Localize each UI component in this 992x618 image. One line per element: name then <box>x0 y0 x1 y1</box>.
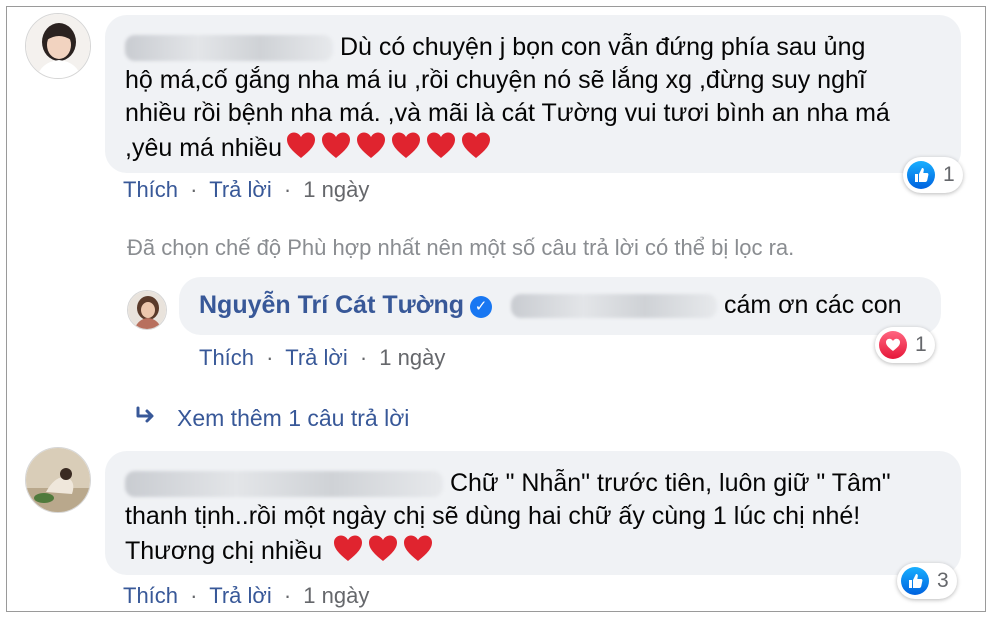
reaction-count-badge[interactable]: 1 <box>903 157 963 193</box>
love-reaction-icon <box>879 331 907 359</box>
comment-bubble: Chữ " Nhẫn" trước tiên, luôn giữ " Tâm" … <box>105 451 961 575</box>
reply-link[interactable]: Trả lời <box>209 583 272 608</box>
page-owner-avatar[interactable] <box>127 290 167 330</box>
reply-text: cám ơn các con <box>723 291 902 319</box>
heart-emoji-icon <box>369 535 398 561</box>
comment-text-line: thanh tịnh..rồi một ngày chị sẽ dùng hai… <box>125 502 861 530</box>
heart-emoji-icon <box>462 132 491 158</box>
separator: · <box>283 177 292 202</box>
separator: · <box>266 345 274 370</box>
reaction-count-badge[interactable]: 1 <box>875 327 935 363</box>
reaction-count: 3 <box>937 569 949 592</box>
comment-text-line: Chữ " Nhẫn" trước tiên, luôn giữ " Tâm" <box>449 469 891 497</box>
like-link[interactable]: Thích <box>199 345 254 370</box>
timestamp-link[interactable]: 1 ngày <box>303 177 369 202</box>
comment-text-line: nhiều rồi bệnh nha má. ,và mãi là cát Tư… <box>125 99 890 127</box>
separator: · <box>190 583 198 608</box>
reply-arrow-icon <box>135 405 157 432</box>
comment-text-line: hộ má,cố gắng nha má iu ,rồi chuyện nó s… <box>125 66 866 94</box>
reply-link[interactable]: Trả lời <box>285 345 348 370</box>
timestamp-link[interactable]: 1 ngày <box>303 583 369 608</box>
comment-text-line: ,yêu má nhiều <box>125 134 283 162</box>
verified-badge-icon: ✓ <box>470 296 493 318</box>
view-more-replies-link[interactable]: Xem thêm 1 câu trả lời <box>135 405 409 432</box>
heart-emojis <box>329 535 434 565</box>
blurred-author-name[interactable] <box>125 471 443 498</box>
comment-bubble: Dù có chuyện j bọn con vẫn đứng phía sau… <box>105 15 961 173</box>
like-reaction-icon <box>901 567 929 595</box>
blurred-tagged-name[interactable] <box>511 294 718 319</box>
comment-text-line: Thương chị nhiều <box>125 537 323 565</box>
reply-bubble: Nguyễn Trí Cát Tường ✓ cám ơn các con <box>179 277 941 335</box>
reaction-count: 1 <box>943 163 955 186</box>
commenter-avatar[interactable] <box>25 13 91 79</box>
view-more-label: Xem thêm 1 câu trả lời <box>177 405 410 431</box>
reaction-count: 1 <box>915 333 927 356</box>
commenter-avatar[interactable] <box>25 447 91 513</box>
heart-emoji-icon <box>404 535 433 561</box>
reply-author-name[interactable]: Nguyễn Trí Cát Tường <box>199 291 464 319</box>
heart-emoji-icon <box>427 132 456 158</box>
filter-notice: Đã chọn chế độ Phù hợp nhất nên một số c… <box>127 235 795 260</box>
separator: · <box>190 177 198 202</box>
like-link[interactable]: Thích <box>123 583 178 608</box>
reaction-count-badge[interactable]: 3 <box>897 563 957 599</box>
comment-actions: Thích · Trả lời · 1 ngày <box>123 583 369 609</box>
comment-actions: Thích · Trả lời · 1 ngày <box>123 177 369 203</box>
heart-emojis <box>282 132 492 162</box>
heart-emoji-icon <box>334 535 363 561</box>
heart-emoji-icon <box>392 132 421 158</box>
heart-emoji-icon <box>357 132 386 158</box>
like-reaction-icon <box>907 161 935 189</box>
comment-text-line: Dù có chuyện j bọn con vẫn đứng phía sau… <box>339 33 866 61</box>
comments-panel: Dù có chuyện j bọn con vẫn đứng phía sau… <box>6 6 986 612</box>
reply-link[interactable]: Trả lời <box>209 177 272 202</box>
timestamp-link[interactable]: 1 ngày <box>379 345 445 370</box>
heart-emoji-icon <box>287 132 316 158</box>
like-link[interactable]: Thích <box>123 177 178 202</box>
heart-emoji-icon <box>322 132 351 158</box>
separator: · <box>359 345 368 370</box>
blurred-author-name[interactable] <box>125 35 333 62</box>
reply-actions: Thích · Trả lời · 1 ngày <box>199 345 445 371</box>
separator: · <box>283 583 292 608</box>
